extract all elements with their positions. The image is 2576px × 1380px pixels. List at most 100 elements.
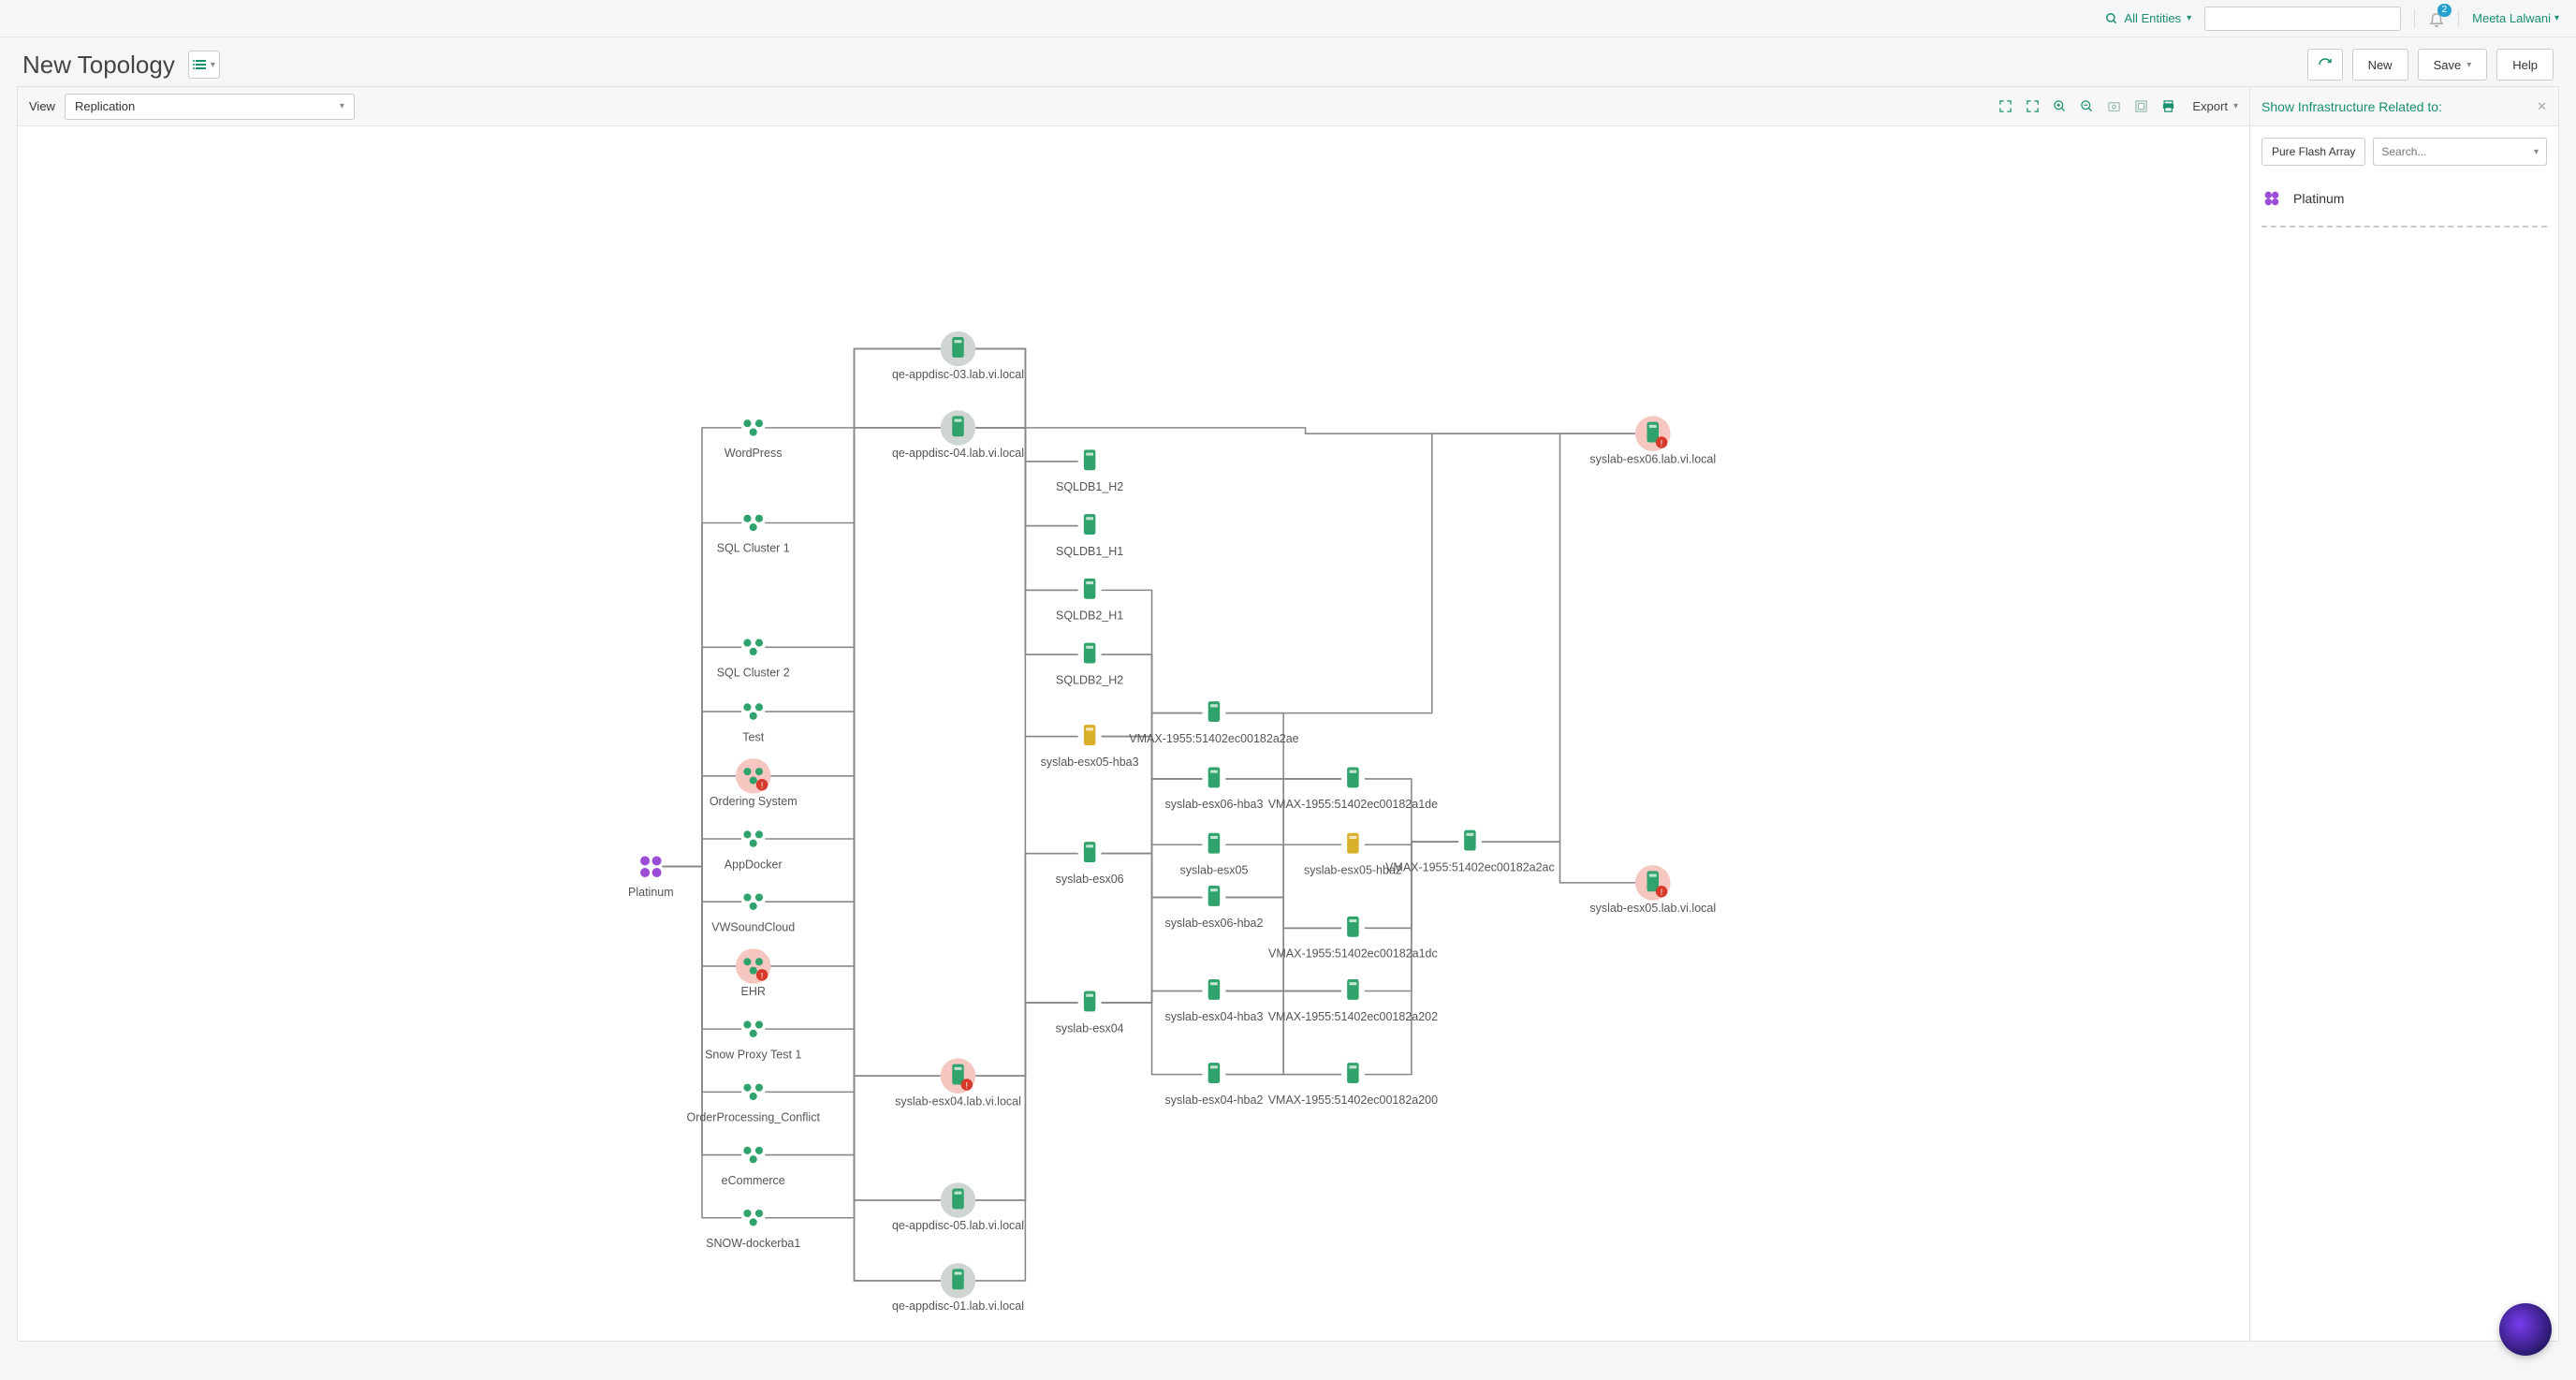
- topology-node[interactable]: syslab-esx05-hba3: [1041, 725, 1139, 769]
- topology-node[interactable]: syslab-esx06-hba2: [1164, 886, 1263, 930]
- refresh-icon: [2318, 57, 2333, 72]
- topology-node[interactable]: OrderProcessing_Conflict: [686, 1084, 820, 1124]
- svg-text:SQLDB1_H2: SQLDB1_H2: [1056, 480, 1123, 493]
- topology-node[interactable]: SNOW-dockerba1: [706, 1210, 800, 1250]
- divider: [2414, 9, 2415, 28]
- fullscreen-icon[interactable]: [1998, 99, 2012, 113]
- snapshot-icon[interactable]: [2107, 99, 2121, 113]
- svg-text:VMAX-1955:51402ec00182a1de: VMAX-1955:51402ec00182a1de: [1268, 798, 1438, 811]
- svg-text:syslab-esx06-hba3: syslab-esx06-hba3: [1164, 798, 1263, 811]
- topology-node[interactable]: VMAX-1955:51402ec00182a2ae: [1129, 701, 1298, 745]
- side-panel: Show Infrastructure Related to: ✕ Pure F…: [2250, 86, 2559, 1342]
- svg-text:VWSoundCloud: VWSoundCloud: [711, 920, 795, 933]
- topology-node[interactable]: syslab-esx06: [1056, 842, 1124, 886]
- fit-icon[interactable]: [2026, 99, 2040, 113]
- svg-text:syslab-esx05: syslab-esx05: [1179, 864, 1248, 877]
- side-filter-type[interactable]: Pure Flash Array: [2261, 138, 2365, 166]
- page-title: New Topology: [22, 51, 175, 80]
- svg-text:Snow Proxy Test 1: Snow Proxy Test 1: [705, 1048, 801, 1061]
- topology-node[interactable]: VWSoundCloud: [711, 893, 795, 933]
- svg-text:SQL Cluster 1: SQL Cluster 1: [717, 542, 790, 555]
- user-name-label: Meeta Lalwani: [2472, 11, 2551, 25]
- list-icon: [193, 59, 208, 70]
- entity-filter-label: All Entities: [2124, 11, 2181, 25]
- topology-node[interactable]: syslab-esx05: [1179, 833, 1248, 877]
- svg-text:SQLDB1_H1: SQLDB1_H1: [1056, 545, 1123, 558]
- svg-text:VMAX-1955:51402ec00182a202: VMAX-1955:51402ec00182a202: [1268, 1010, 1438, 1023]
- topology-node[interactable]: !syslab-esx04.lab.vi.local: [895, 1058, 1021, 1108]
- topology-node[interactable]: !Ordering System: [710, 758, 798, 808]
- topology-node[interactable]: !syslab-esx05.lab.vi.local: [1589, 865, 1716, 915]
- view-select[interactable]: Replication ▾: [65, 94, 355, 120]
- global-search-input[interactable]: [2204, 7, 2401, 31]
- grid-icon[interactable]: [2134, 99, 2148, 113]
- topology-node[interactable]: qe-appdisc-01.lab.vi.local: [892, 1263, 1024, 1313]
- svg-text:syslab-esx06-hba2: syslab-esx06-hba2: [1164, 917, 1263, 930]
- svg-text:syslab-esx05-hba3: syslab-esx05-hba3: [1041, 756, 1139, 769]
- side-item-platinum[interactable]: Platinum: [2261, 177, 2547, 220]
- topology-node[interactable]: SQLDB2_H2: [1056, 643, 1123, 687]
- svg-text:syslab-esx04-hba3: syslab-esx04-hba3: [1164, 1010, 1263, 1023]
- caret-down-icon: ▾: [2233, 101, 2238, 111]
- cluster-icon: [2261, 188, 2282, 209]
- topology-node[interactable]: AppDocker: [724, 830, 783, 871]
- svg-text:syslab-esx04: syslab-esx04: [1056, 1021, 1124, 1035]
- topology-node[interactable]: qe-appdisc-04.lab.vi.local: [892, 410, 1024, 460]
- topology-node[interactable]: qe-appdisc-05.lab.vi.local: [892, 1182, 1024, 1232]
- caret-down-icon: ▾: [2466, 60, 2471, 70]
- caret-down-icon: ▾: [2534, 147, 2539, 157]
- view-select-value: Replication: [75, 99, 135, 113]
- entity-filter[interactable]: All Entities ▾: [2105, 11, 2191, 25]
- svg-text:qe-appdisc-03.lab.vi.local: qe-appdisc-03.lab.vi.local: [892, 368, 1024, 381]
- svg-text:!: !: [761, 971, 764, 980]
- caret-down-icon: ▾: [340, 101, 344, 111]
- topology-node[interactable]: ! EHR: [736, 948, 771, 998]
- topology-node[interactable]: SQLDB1_H1: [1056, 514, 1123, 558]
- topology-node[interactable]: SQL Cluster 1: [717, 515, 790, 555]
- save-button[interactable]: Save ▾: [2418, 49, 2488, 81]
- zoom-out-icon[interactable]: [2080, 99, 2094, 113]
- side-filter-search[interactable]: ▾: [2373, 138, 2547, 166]
- topology-node[interactable]: SQLDB1_H2: [1056, 449, 1123, 493]
- topology-node[interactable]: eCommerce: [722, 1147, 785, 1187]
- new-button[interactable]: New: [2352, 49, 2408, 81]
- view-label: View: [29, 99, 55, 113]
- export-dropdown[interactable]: Export ▾: [2192, 99, 2238, 113]
- topology-node[interactable]: Snow Proxy Test 1: [705, 1020, 801, 1061]
- svg-text:VMAX-1955:51402ec00182a2ac: VMAX-1955:51402ec00182a2ac: [1385, 860, 1555, 874]
- topology-node[interactable]: Test: [742, 703, 764, 743]
- notifications-button[interactable]: 2: [2428, 10, 2445, 27]
- close-icon[interactable]: ✕: [2537, 99, 2547, 114]
- divider: [2261, 226, 2547, 228]
- topology-node[interactable]: Platinum: [628, 856, 674, 899]
- topology-node[interactable]: syslab-esx04: [1056, 991, 1124, 1035]
- topology-node[interactable]: SQLDB2_H1: [1056, 579, 1123, 623]
- svg-text:qe-appdisc-04.lab.vi.local: qe-appdisc-04.lab.vi.local: [892, 447, 1024, 460]
- topology-node[interactable]: WordPress: [724, 419, 783, 460]
- topology-node[interactable]: syslab-esx04-hba2: [1164, 1063, 1263, 1107]
- svg-text:syslab-esx06: syslab-esx06: [1056, 873, 1124, 886]
- refresh-button[interactable]: [2307, 49, 2343, 81]
- assistant-button[interactable]: [2499, 1303, 2552, 1356]
- svg-text:syslab-esx06.lab.vi.local: syslab-esx06.lab.vi.local: [1589, 452, 1716, 465]
- title-options-button[interactable]: ▾: [188, 51, 220, 79]
- caret-down-icon: ▾: [2554, 13, 2559, 23]
- side-search-input[interactable]: [2381, 145, 2534, 158]
- svg-text:EHR: EHR: [741, 985, 766, 998]
- topology-node[interactable]: syslab-esx04-hba3: [1164, 979, 1263, 1023]
- topology-node[interactable]: syslab-esx06-hba3: [1164, 767, 1263, 811]
- topology-node[interactable]: VMAX-1955:51402ec00182a200: [1268, 1063, 1438, 1107]
- help-button[interactable]: Help: [2496, 49, 2554, 81]
- svg-text:Test: Test: [742, 730, 764, 743]
- user-menu[interactable]: Meeta Lalwani ▾: [2472, 11, 2559, 25]
- topology-node[interactable]: VMAX-1955:51402ec00182a202: [1268, 979, 1438, 1023]
- topology-node[interactable]: !syslab-esx06.lab.vi.local: [1589, 416, 1716, 465]
- side-item-label: Platinum: [2293, 191, 2344, 206]
- topology-canvas[interactable]: Platinum WordPress SQL Cluster 1 SQL Cluste…: [18, 126, 2249, 1341]
- print-icon[interactable]: [2161, 99, 2175, 113]
- zoom-in-icon[interactable]: [2053, 99, 2067, 113]
- topology-canvas-panel: View Replication ▾ Export ▾: [17, 86, 2250, 1342]
- topology-node[interactable]: SQL Cluster 2: [717, 639, 790, 680]
- topology-node[interactable]: VMAX-1955:51402ec00182a1de: [1268, 767, 1438, 811]
- topology-node[interactable]: qe-appdisc-03.lab.vi.local: [892, 331, 1024, 381]
